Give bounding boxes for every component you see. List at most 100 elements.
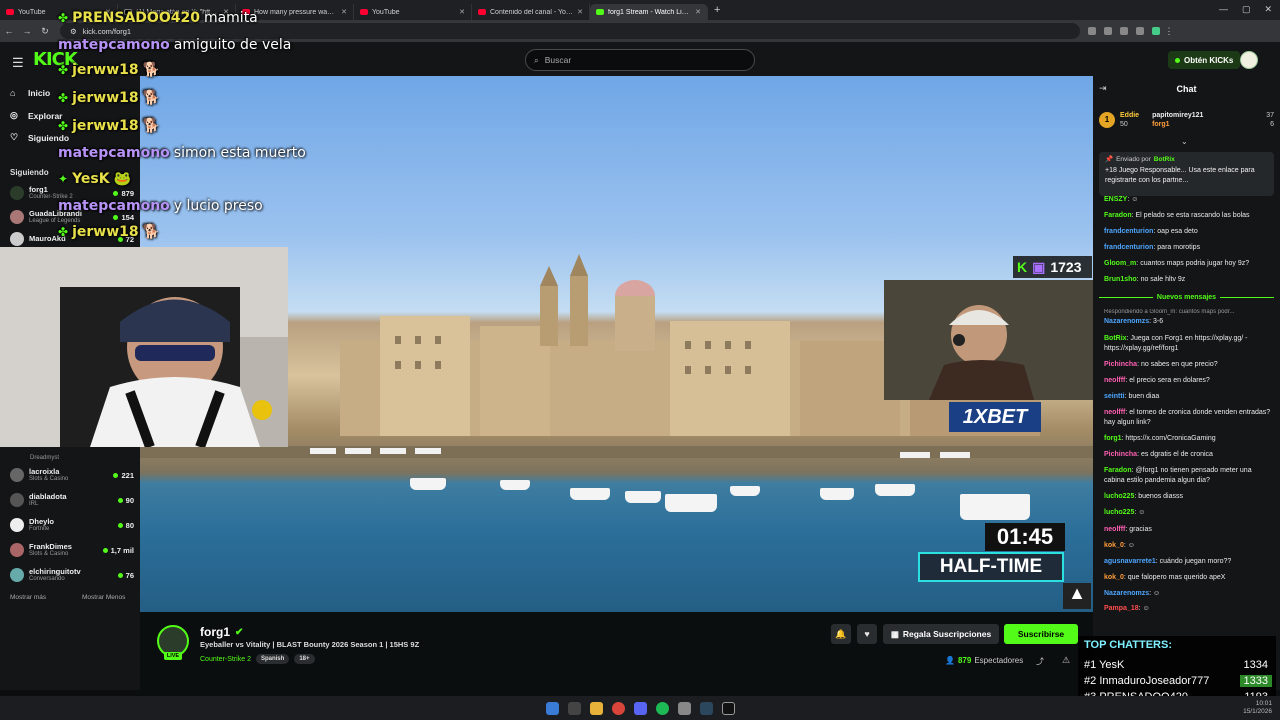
- chat-username[interactable]: Nazarenomzs: [1104, 590, 1149, 597]
- chat-message[interactable]: kok_0: ☺: [1104, 541, 1274, 551]
- app-icon[interactable]: [677, 701, 691, 715]
- chat-message[interactable]: lucho225: ☺: [1104, 508, 1274, 518]
- chat-username[interactable]: lucho225: [1104, 509, 1134, 516]
- chat-username[interactable]: frandcenturion: [1104, 244, 1153, 251]
- subscribe-button[interactable]: Suscribirse: [1004, 624, 1078, 644]
- get-kicks-button[interactable]: Obtén KICKs: [1168, 51, 1241, 69]
- expand-leaderboard-icon[interactable]: ⌄: [1181, 137, 1188, 146]
- close-tab-icon[interactable]: ✕: [577, 8, 583, 16]
- chat-message[interactable]: Faradon: @forg1 no tienen pensado meter …: [1104, 466, 1274, 486]
- forward-icon[interactable]: →: [18, 26, 36, 36]
- chat-message[interactable]: agusnavarrete1: cuándo juegan moro??: [1104, 557, 1274, 567]
- search-icon[interactable]: [567, 701, 581, 715]
- channel-name[interactable]: forg1 ✔: [200, 625, 243, 639]
- chat-username[interactable]: neolfff: [1104, 409, 1125, 416]
- chat-username[interactable]: ENSZY: [1104, 196, 1127, 203]
- chat-message[interactable]: frandcenturion: oap esa deto: [1104, 227, 1274, 237]
- chat-username[interactable]: agusnavarrete1: [1104, 558, 1156, 565]
- chat-username[interactable]: Pichincha: [1104, 451, 1137, 458]
- chat-username[interactable]: kok_0: [1104, 574, 1124, 581]
- chat-message[interactable]: forg1: https://x.com/CronicaGaming: [1104, 434, 1274, 444]
- chat-username[interactable]: Faradon: [1104, 212, 1132, 219]
- report-icon[interactable]: ⚠: [1062, 655, 1070, 666]
- chat-message[interactable]: Gloom_m: cuantos maps podria jugar hoy 9…: [1104, 259, 1274, 269]
- following-item[interactable]: diabladota IRL 90: [10, 489, 134, 511]
- chat-username[interactable]: Pampa_18: [1104, 605, 1139, 612]
- show-less-link[interactable]: Mostrar Menos: [82, 594, 125, 601]
- obs-icon[interactable]: [721, 701, 735, 715]
- chat-username[interactable]: lucho225: [1104, 493, 1134, 500]
- chat-username[interactable]: Pichincha: [1104, 361, 1137, 368]
- close-tab-icon[interactable]: ✕: [459, 8, 465, 16]
- close-window-icon[interactable]: ✕: [1264, 4, 1272, 15]
- chat-message[interactable]: seintti: buen diaa: [1104, 392, 1274, 402]
- windows-start-icon[interactable]: [545, 701, 559, 715]
- chat-message[interactable]: frandcenturion: para morotips: [1104, 243, 1274, 253]
- follow-heart-icon[interactable]: ♥: [857, 624, 877, 644]
- chat-username[interactable]: kok_0: [1104, 542, 1124, 549]
- user-avatar[interactable]: [1240, 51, 1258, 69]
- reload-icon[interactable]: ↻: [36, 26, 54, 37]
- chat-leaderboard[interactable]: 1 Eddie 50 papitomirey121 forg1 37 6: [1099, 104, 1274, 136]
- discord-icon[interactable]: [633, 701, 647, 715]
- minimize-icon[interactable]: —: [1219, 4, 1228, 15]
- search-input[interactable]: ⌕ Buscar: [525, 49, 755, 71]
- extension-icon[interactable]: [1152, 27, 1160, 35]
- close-tab-icon[interactable]: ✕: [695, 8, 701, 16]
- chat-message[interactable]: Pichincha: no sabes en que precio?: [1104, 360, 1274, 370]
- chat-message[interactable]: Brun1sho: no sale hltv 9z: [1104, 275, 1274, 285]
- chat-username[interactable]: Brun1sho: [1104, 276, 1137, 283]
- chat-message[interactable]: kok_0: que falopero mas querido apeX: [1104, 573, 1274, 583]
- following-item[interactable]: lacroixla Slots & Casino 221: [10, 464, 134, 486]
- chat-username[interactable]: neolfff: [1104, 526, 1125, 533]
- maximize-icon[interactable]: ▢: [1242, 4, 1251, 15]
- notifications-bell-icon[interactable]: 🔔: [831, 624, 851, 644]
- chat-message[interactable]: Faradon: El pelado se esta rascando las …: [1104, 211, 1274, 221]
- chat-message[interactable]: BotRix: Juega con Forg1 en https://xplay…: [1104, 334, 1274, 354]
- extension-icon[interactable]: [1104, 27, 1112, 35]
- new-tab-button[interactable]: +: [708, 4, 720, 16]
- show-more-link[interactable]: Mostrar más: [10, 594, 46, 601]
- chat-username[interactable]: neolfff: [1104, 377, 1125, 384]
- chat-username[interactable]: Faradon: [1104, 467, 1132, 474]
- site-info-icon[interactable]: ⚙: [70, 27, 77, 36]
- chrome-icon[interactable]: [611, 701, 625, 715]
- chat-username[interactable]: seintti: [1104, 393, 1125, 400]
- chat-username[interactable]: Gloom_m: [1104, 260, 1136, 267]
- sidebar-item-explorar[interactable]: ◎ Explorar: [10, 110, 63, 121]
- chat-message[interactable]: neolfff: el torneo de cronica donde vend…: [1104, 408, 1274, 428]
- steam-icon[interactable]: [699, 701, 713, 715]
- system-tray[interactable]: 10:01 15/1/2026: [1243, 700, 1272, 716]
- sidebar-item-inicio[interactable]: ⌂ Inicio: [10, 88, 50, 98]
- following-item[interactable]: FrankDimes Slots & Casino 1,7 mil: [10, 539, 134, 561]
- chat-message[interactable]: ENSZY: ☺: [1104, 195, 1274, 205]
- chat-message[interactable]: Pampa_18: ☺: [1104, 604, 1274, 614]
- chat-username[interactable]: Nazarenomzs: [1104, 318, 1149, 325]
- extension-icon[interactable]: [1120, 27, 1128, 35]
- spotify-icon[interactable]: [655, 701, 669, 715]
- close-tab-icon[interactable]: ✕: [341, 8, 347, 16]
- chat-username[interactable]: frandcenturion: [1104, 228, 1153, 235]
- chat-message[interactable]: neolfff: el precio sera en dolares?: [1104, 376, 1274, 386]
- following-item[interactable]: elchiringuitotv Conversando 76: [10, 564, 134, 586]
- share-icon[interactable]: ⤴: [1036, 656, 1044, 667]
- tag-pill[interactable]: 18+: [294, 654, 315, 664]
- menu-icon[interactable]: ☰: [12, 55, 24, 71]
- file-explorer-icon[interactable]: [589, 701, 603, 715]
- chat-message[interactable]: Nazarenomzs: 3-6: [1104, 317, 1274, 327]
- chat-message[interactable]: lucho225: buenos diasss: [1104, 492, 1274, 502]
- category-link[interactable]: Counter-Strike 2: [200, 656, 251, 663]
- extension-icon[interactable]: [1088, 27, 1096, 35]
- chat-username[interactable]: BotRix: [1104, 335, 1127, 342]
- chat-message[interactable]: Nazarenomzs: ☺: [1104, 589, 1274, 599]
- following-item[interactable]: Dheylo Fortnite 80: [10, 514, 134, 536]
- gift-subs-button[interactable]: ▦ Regala Suscripciones: [883, 624, 999, 644]
- extension-icon[interactable]: [1136, 27, 1144, 35]
- chat-message[interactable]: Pichincha: es dgratis el de cronica: [1104, 450, 1274, 460]
- back-icon[interactable]: ←: [0, 26, 18, 36]
- browser-tab-active[interactable]: forg1 Stream - Watch Live o ✕: [590, 4, 708, 20]
- pinned-message[interactable]: 📌 Enviado por BotRix +18 Juego Responsab…: [1099, 152, 1274, 196]
- browser-tab[interactable]: Contenido del canal - YouTube✕: [472, 4, 590, 20]
- chat-message[interactable]: neolfff: gracias: [1104, 525, 1274, 535]
- chat-username[interactable]: forg1: [1104, 435, 1122, 442]
